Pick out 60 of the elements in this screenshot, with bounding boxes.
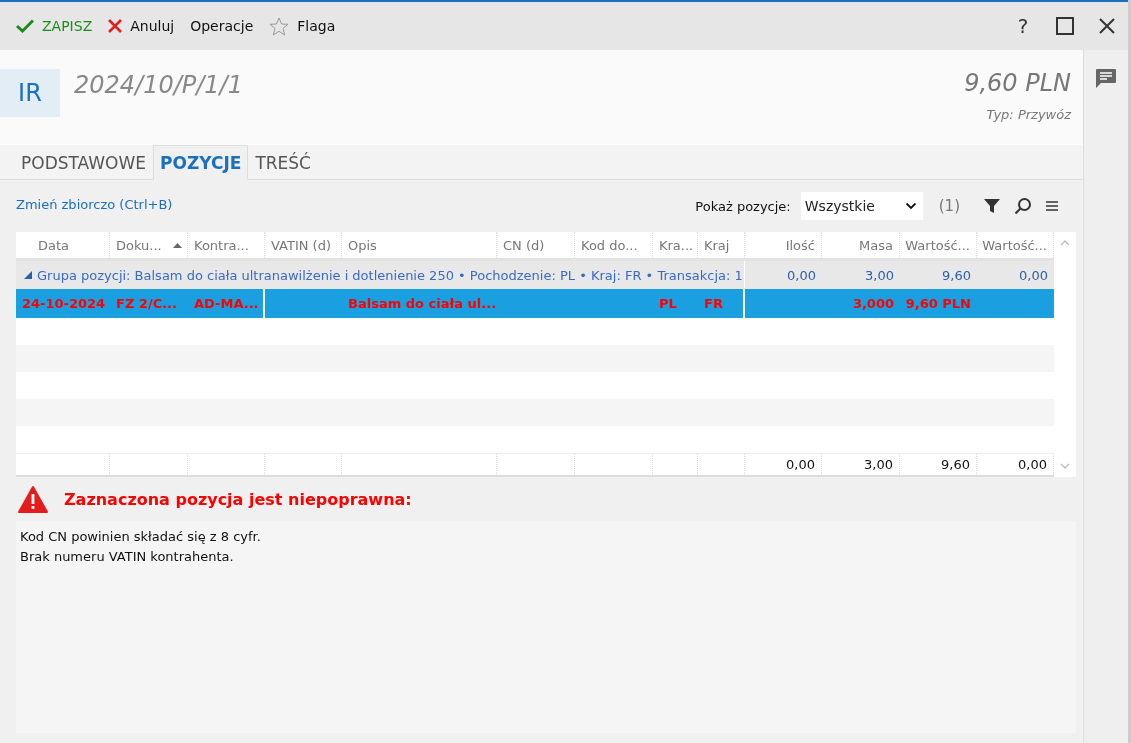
tab[interactable]: POZYCJE [153,145,249,180]
error-message: Kod CN powinien składać się z 8 cyfr. [20,528,261,546]
help-button[interactable]: ? [1002,6,1044,46]
bulk-edit-link[interactable]: Zmień zbiorczo (Ctrl+B) [16,196,173,212]
filter-dropdown[interactable]: Wszystkie [800,192,923,220]
column-header[interactable]: Kra... [653,232,698,259]
document-type: Typ: Przywóz [985,107,1071,122]
toolbar-button[interactable]: ZAPISZ [10,18,99,34]
document-amount: 9,60 PLN [964,69,1071,97]
group-total-cell-text: 0,00 [1018,266,1049,285]
group-total-cell-text: 9,60 [941,266,972,285]
column-header[interactable]: Wartość... [900,232,977,259]
table-cell: 24-10-2024 [22,295,106,311]
group-total-cell-text: 0,00 [786,266,817,285]
group-total-cell-text: 3,00 [864,266,895,285]
column-header[interactable]: Masa [822,232,900,259]
filter-icon[interactable] [984,198,1000,214]
tab[interactable]: PODSTAWOWE [0,145,154,180]
error-title: Zaznaczona pozycja jest niepoprawna: [64,489,412,509]
total-cell: 3,00 [822,454,900,476]
column-header[interactable]: Doku... [110,232,188,259]
error-message: Brak numeru VATIN kontrahenta. [20,548,234,566]
table-cell: 3,000 [852,295,894,311]
document-number: 2024/10/P/1/1 [74,71,243,99]
search-icon[interactable] [1014,197,1032,215]
menu-icon[interactable] [1046,201,1058,211]
close-icon [1098,17,1116,35]
table-cell: 9,60 PLN [905,295,971,311]
document-type-badge: IR [0,69,60,117]
star-icon [269,16,290,36]
table-cell: PL [659,295,677,311]
total-cell: 0,00 [745,454,822,476]
maximize-icon [1056,17,1074,35]
tab[interactable]: TREŚĆ [248,145,318,180]
comment-icon[interactable] [1095,68,1117,90]
toolbar-button[interactable]: Anuluj [102,18,181,34]
column-header[interactable]: Kontra... [188,232,265,259]
filter-label: Pokaż pozycje: [695,198,791,214]
checkmark-icon [16,19,34,33]
total-cell: 0,00 [977,454,1054,476]
table-cell: FZ 2/C... [116,295,177,311]
toolbar-button[interactable]: Operacje [184,18,260,34]
table-cell: AD-MA... [194,295,259,311]
column-header[interactable]: Wartość... [977,232,1054,259]
toolbar-button[interactable]: Flaga [263,16,342,36]
column-header[interactable]: CN (d) [497,232,575,259]
sort-ascending-icon [173,243,182,248]
warning-icon [18,485,48,513]
table-cell: FR [704,295,723,311]
filter-count: (1) [938,197,960,215]
column-header[interactable]: Kod do... [575,232,653,259]
cancel-icon [108,19,123,33]
chevron-down-icon [904,202,917,210]
column-header[interactable]: Kraj [698,232,745,259]
column-header[interactable]: Ilość [745,232,822,259]
total-cell: 9,60 [900,454,977,476]
column-header[interactable]: Opis [342,232,497,259]
column-header[interactable]: VATIN (d) [265,232,342,259]
column-header[interactable]: Data [16,232,110,259]
table-cell: Balsam do ciała ul... [348,295,497,311]
